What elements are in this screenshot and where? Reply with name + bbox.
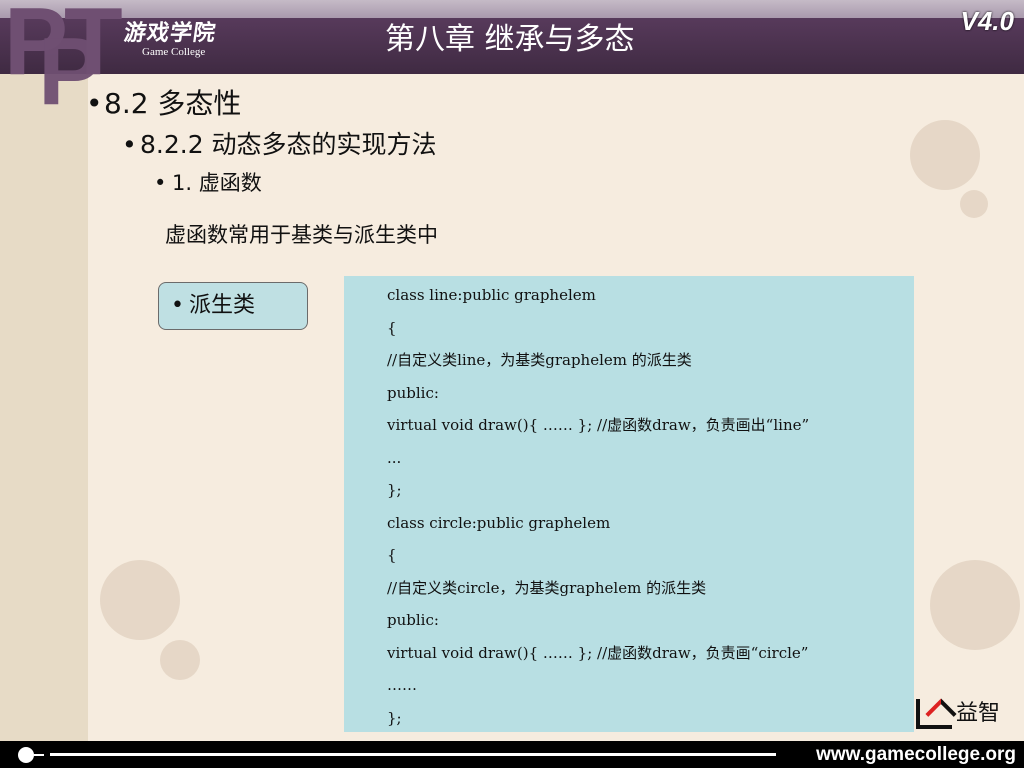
code-line: virtual void draw(){ …… }; //虚函数draw，负责画… xyxy=(387,416,810,434)
bullet-dot: • xyxy=(86,87,103,120)
code-line: class line:public graphelem xyxy=(387,286,596,304)
bullet-level-2: • 8.2.2 动态多态的实现方法 xyxy=(122,128,437,162)
code-line: virtual void draw(){ …… }; //虚函数draw，负责画… xyxy=(387,643,809,662)
splash-decoration xyxy=(910,120,980,190)
bullet-level-1: •8.2 多态性 xyxy=(86,86,241,122)
description-text: 虚函数常用于基类与派生类中 xyxy=(165,223,438,247)
code-line: public: xyxy=(387,383,439,402)
footer-dot-icon xyxy=(18,747,44,763)
code-line: }; xyxy=(387,708,402,727)
code-line: public: xyxy=(387,611,439,629)
code-block: class line:public graphelem { //自定义类line… xyxy=(344,276,914,732)
page-title: 第八章 继承与多态 xyxy=(385,22,635,57)
footer-bar: www.gamecollege.org xyxy=(0,741,1024,768)
version-badge: V4.0 xyxy=(960,6,1015,36)
splash-decoration xyxy=(100,560,180,640)
header-bar: 游戏学院 Game College 第八章 继承与多态 V4.0 xyxy=(0,0,1024,74)
footer-line xyxy=(50,753,776,756)
code-line: { xyxy=(387,546,397,564)
code-line: ... xyxy=(387,448,402,467)
callout-label: 派生类 xyxy=(189,293,256,318)
code-line: class circle:public graphelem xyxy=(387,513,611,532)
yizhi-logo: 益智 xyxy=(916,696,1020,732)
logo-main-text: 游戏学院 xyxy=(122,21,218,46)
bullet-dot: • xyxy=(154,171,167,195)
bullet-text: 8.2 多态性 xyxy=(104,87,242,120)
code-line: …… xyxy=(387,676,417,694)
code-line: { xyxy=(387,318,397,337)
bullet-dot: • xyxy=(122,130,137,159)
code-line: //自定义类line，为基类graphelem 的派生类 xyxy=(387,351,692,369)
footer-website: www.gamecollege.org xyxy=(816,744,1016,765)
splash-decoration xyxy=(960,190,988,218)
splash-decoration xyxy=(160,640,200,680)
bullet-level-3: • 1. 虚函数 xyxy=(154,168,262,198)
yizhi-logo-mark-icon xyxy=(916,699,952,729)
splash-decoration xyxy=(930,560,1020,650)
ppt-letter: T xyxy=(64,0,123,95)
game-college-logo: 游戏学院 Game College xyxy=(122,21,254,67)
derived-class-callout: • 派生类 xyxy=(158,282,308,330)
header-top-band xyxy=(0,0,1024,18)
code-line: //自定义类circle，为基类graphelem 的派生类 xyxy=(387,578,707,597)
bullet-text: 8.2.2 动态多态的实现方法 xyxy=(140,130,437,159)
yizhi-logo-text: 益智 xyxy=(956,701,1001,726)
slide: 游戏学院 Game College 第八章 继承与多态 V4.0 P P T •… xyxy=(0,0,1024,768)
logo-sub-text: Game College xyxy=(142,46,206,58)
bullet-text: 1. 虚函数 xyxy=(172,171,262,195)
bullet-dot: • xyxy=(171,293,184,318)
code-line: }; xyxy=(387,481,402,499)
